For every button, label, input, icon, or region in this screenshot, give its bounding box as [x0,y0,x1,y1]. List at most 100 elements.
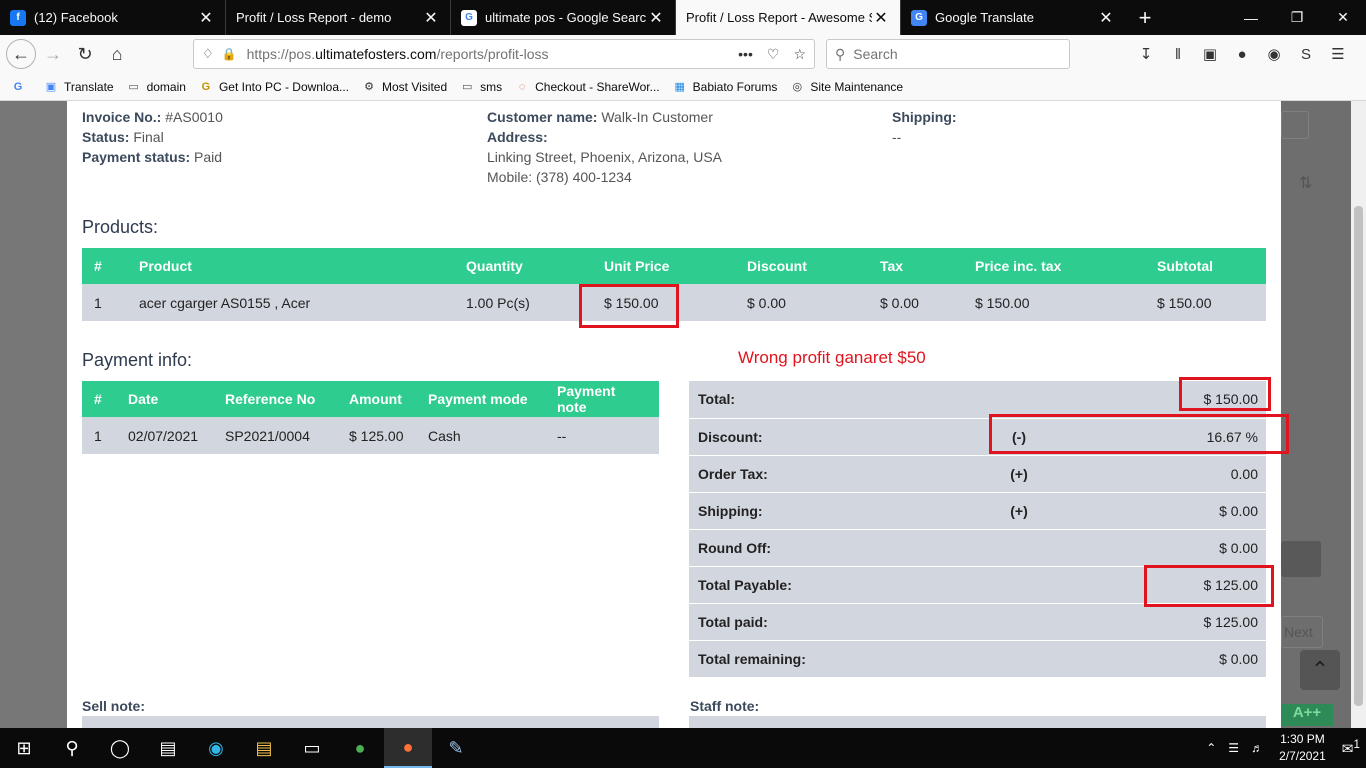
bookmark-item[interactable]: ⚙ Most Visited [361,80,447,94]
tab-title: Google Translate [935,10,1035,25]
close-tab-icon[interactable]: ✕ [1097,8,1115,28]
forward-button[interactable]: → [38,39,68,69]
clock[interactable]: 1:30 PM 2/7/2021 [1279,731,1326,765]
sidebar-icon[interactable]: ▣ [1198,39,1222,69]
payment-cell: 1 [82,417,116,454]
volume-icon[interactable]: ♬ [1251,741,1263,755]
edge-icon[interactable]: ◉ [192,728,240,768]
close-tab-icon[interactable]: ✕ [872,8,890,28]
payment-table: # Date Reference No Amount Payment mode Payme… [82,381,659,454]
google-bookmark[interactable]: G [10,80,31,94]
downloads-icon[interactable]: ↧ [1134,39,1158,69]
pocket-icon[interactable]: ♡ [767,46,780,63]
clapper-icon[interactable]: ▭ [288,728,336,768]
totals-row: Order Tax: (+) 0.00 [689,455,1266,493]
back-button[interactable]: ← [6,39,36,69]
invoice-no-label: Invoice No.: [82,109,162,125]
menu-icon[interactable]: ☰ [1326,39,1350,69]
annotation-note: Wrong profit ganaret $50 [738,348,926,367]
browser-tab[interactable]: Profit / Loss Report - Awesome Sho ✕ [675,0,900,35]
minimize-icon[interactable]: — [1228,0,1274,35]
totals-sign: (+) [979,492,1059,530]
staff-note-box [689,716,1266,728]
globe-icon[interactable]: ◉ [1262,39,1286,69]
shield-icon[interactable]: ♢ [202,46,214,62]
totals-row: Total paid: $ 125.00 [689,603,1266,641]
payment-cell: Cash [416,417,545,454]
bookmark-item[interactable]: ◎ Site Maintenance [789,80,904,94]
browser-tab[interactable]: f (12) Facebook ✕ [0,0,225,35]
search-icon: ⚲ [835,45,846,62]
invoice-modal: Invoice No.: #AS0010 Status: Final Payme… [67,101,1289,728]
clock-time: 1:30 PM [1280,732,1325,746]
bookmark-item[interactable]: G Get Into PC - Downloa... [198,80,349,94]
notification-icon[interactable]: ✉1 [1342,738,1360,758]
task-view-icon[interactable]: ▤ [144,728,192,768]
account-avatar-icon[interactable]: ● [1230,39,1254,69]
lock-icon[interactable]: 🔒 [222,47,237,61]
totals-sign [979,566,1059,604]
tab-title: (12) Facebook [34,10,118,25]
bookmarks-bar: G ▣ Translate ▭ domain G Get Into PC - Downlo… [0,73,1366,101]
totals-label: Shipping: [689,492,979,530]
page-scrollbar[interactable] [1351,101,1366,728]
scrollbar-thumb[interactable] [1354,206,1363,706]
products-cell: $ 150.00 [1145,284,1266,321]
nav-bar: ← → ↻ ⌂ ♢ 🔒 https://pos.ultimatefosters.… [0,35,1366,73]
bookmark-item[interactable]: ▭ sms [459,80,502,94]
page-actions-icon[interactable]: ••• [738,46,753,63]
cortana-icon[interactable]: ◯ [96,728,144,768]
products-cell: 1 [82,284,127,321]
new-tab-button[interactable]: + [1125,0,1165,35]
chevron-up-icon[interactable]: ⌃ [1206,741,1216,755]
page-overlay: ⇅ Next ⌃ A++ Invoice No.: #AS0010 Status… [0,101,1366,728]
firefox-icon[interactable]: ● [384,728,432,768]
restore-icon[interactable]: ❐ [1274,0,1320,35]
url-text[interactable]: https://pos.ultimatefosters.com/reports/… [247,46,739,62]
close-window-icon[interactable]: ✕ [1320,0,1366,35]
next-label: Next [1284,624,1313,640]
totals-value: $ 125.00 [1059,603,1266,641]
folder-icon: ▭ [128,81,139,93]
file-explorer-icon[interactable]: ▤ [240,728,288,768]
discount-highlight [989,414,1289,454]
scroll-top-button[interactable]: ⌃ [1300,650,1340,690]
bookmark-item[interactable]: ◌ Checkout - ShareWor... [514,80,660,94]
bookmark-item[interactable]: ▦ Babiato Forums [672,80,777,94]
search-icon[interactable]: ⚲ [48,728,96,768]
tab-title: Profit / Loss Report - Awesome Sho [686,10,872,25]
close-tab-icon[interactable]: ✕ [197,8,215,28]
network-icon[interactable]: ☰ [1228,741,1239,755]
bookmark-star-icon[interactable]: ☆ [793,46,806,63]
products-header-cell: Quantity [454,248,592,284]
products-cell: $ 150.00 [963,284,1145,321]
totals-sign: (+) [979,455,1059,493]
search-input[interactable]: ⚲ Search [826,39,1070,69]
browser-tab[interactable]: Gultimate pos - Google Search ✕ [450,0,675,35]
download-manager-icon[interactable]: ● [336,728,384,768]
totals-label: Total remaining: [689,640,979,678]
library-icon[interactable]: ‖ [1166,39,1190,69]
totals-value: 0.00 [1059,455,1266,493]
close-tab-icon[interactable]: ✕ [422,8,440,28]
bookmark-item[interactable]: ▣ Translate [43,80,114,94]
browser-tab[interactable]: Profit / Loss Report - demo ✕ [225,0,450,35]
bookmark-label: sms [480,79,503,94]
browser-tab[interactable]: G Google Translate ✕ [900,0,1125,35]
shipping-meta: Shipping: -- [892,107,957,147]
status-label: Status: [82,129,130,145]
start-icon[interactable]: ⊞ [0,728,48,768]
products-cell: acer cgarger AS0155 , Acer [127,284,454,321]
close-tab-icon[interactable]: ✕ [647,8,665,28]
totals-row: Total remaining: $ 0.00 [689,640,1266,678]
reload-button[interactable]: ↻ [70,39,100,69]
invoice-meta: Invoice No.: #AS0010 Status: Final Payme… [82,107,223,167]
url-bar[interactable]: ♢ 🔒 https://pos.ultimatefosters.com/repo… [193,39,815,69]
home-button[interactable]: ⌂ [102,39,132,69]
selenium-icon[interactable]: S [1294,39,1318,69]
translate-icon: G [911,9,927,26]
unit-price-highlight [579,284,679,328]
gear-icon: G [201,80,211,93]
paint-icon[interactable]: ✎ [432,728,480,768]
bookmark-item[interactable]: ▭ domain [126,80,186,94]
